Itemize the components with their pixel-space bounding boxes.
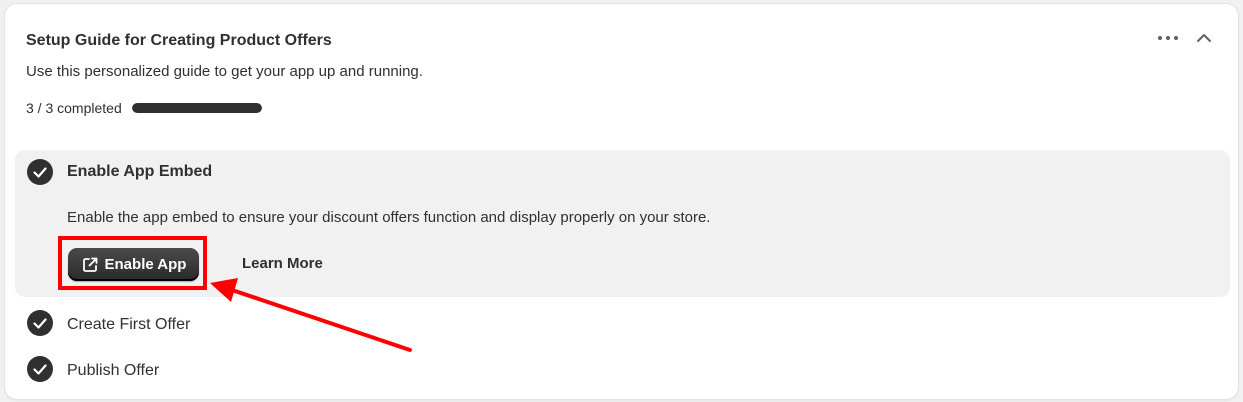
external-link-icon [82,257,97,272]
step-create-first-offer[interactable]: Create First Offer [67,315,190,335]
check-circle-icon [27,310,53,336]
step-enable-app-embed: Enable App Embed Enable the app embed to… [15,150,1230,297]
progress-row: 3 / 3 completed [26,100,262,116]
header-actions [1154,26,1218,50]
step-description: Enable the app embed to ensure your disc… [67,209,711,226]
enable-app-button[interactable]: Enable App [68,248,199,281]
more-actions-button[interactable] [1154,26,1182,50]
check-circle-icon [27,356,53,382]
check-circle-icon [27,159,53,185]
learn-more-button[interactable]: Learn More [242,254,323,274]
enable-app-label: Enable App [104,256,187,273]
step-publish-offer[interactable]: Publish Offer [67,361,159,381]
progress-bar [131,103,262,113]
card-subtitle: Use this personalized guide to get your … [26,63,423,80]
card-title: Setup Guide for Creating Product Offers [26,32,332,49]
chevron-up-icon [1197,34,1211,42]
progress-label: 3 / 3 completed [26,100,122,116]
more-horizontal-icon [1158,36,1178,40]
setup-guide-card: Setup Guide for Creating Product Offers … [5,4,1238,399]
collapse-button[interactable] [1190,26,1218,50]
progress-bar-fill [131,103,262,113]
step-title[interactable]: Enable App Embed [67,162,212,182]
